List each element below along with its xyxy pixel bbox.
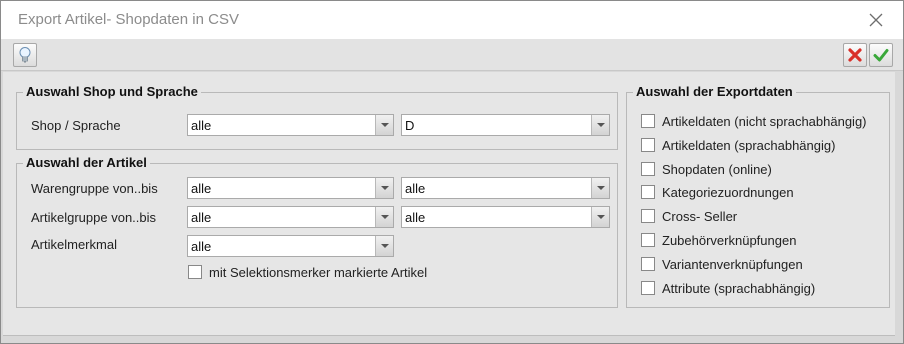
export-option-checkbox[interactable] (641, 281, 655, 295)
chevron-down-icon[interactable] (591, 115, 609, 135)
artikelgruppe-from-select[interactable]: alle (187, 206, 394, 228)
export-option-checkbox[interactable] (641, 138, 655, 152)
export-option-checkbox[interactable] (641, 162, 655, 176)
title-bar: Export Artikel- Shopdaten in CSV (1, 1, 903, 39)
shop-select[interactable]: alle (187, 114, 394, 136)
hint-button[interactable] (13, 43, 37, 67)
warengruppe-to-select[interactable]: alle (401, 177, 610, 199)
export-option-artikeldaten-sprachabhaengig[interactable]: Artikeldaten (sprachabhängig) (641, 137, 835, 153)
red-x-icon (848, 48, 862, 62)
export-option-checkbox[interactable] (641, 257, 655, 271)
export-option-zubehoerverknuepfungen[interactable]: Zubehörverknüpfungen (641, 232, 796, 248)
export-option-checkbox[interactable] (641, 233, 655, 247)
artikelgruppe-label: Artikelgruppe von..bis (31, 210, 157, 225)
export-option-shopdaten[interactable]: Shopdaten (online) (641, 161, 772, 177)
export-option-label: Cross- Seller (662, 208, 738, 224)
export-option-checkbox[interactable] (641, 185, 655, 199)
window-title: Export Artikel- Shopdaten in CSV (18, 11, 239, 28)
artikelmerkmal-value: alle (191, 239, 212, 254)
export-option-label: Artikeldaten (sprachabhängig) (662, 137, 836, 153)
warengruppe-from-value: alle (191, 181, 212, 196)
toolbar (1, 39, 903, 71)
dialog-content: Auswahl Shop und Sprache Shop / Sprache … (3, 72, 895, 336)
export-option-label: Zubehörverknüpfungen (662, 232, 797, 248)
close-button[interactable] (863, 7, 889, 33)
export-option-attribute[interactable]: Attribute (sprachabhängig) (641, 280, 815, 296)
chevron-down-icon[interactable] (375, 115, 393, 135)
article-group-legend: Auswahl der Artikel (23, 155, 150, 170)
chevron-down-icon[interactable] (591, 207, 609, 227)
lightbulb-icon (19, 47, 31, 63)
green-check-icon (873, 49, 889, 62)
chevron-down-icon[interactable] (375, 178, 393, 198)
export-option-kategoriezuordnungen[interactable]: Kategoriezuordnungen (641, 184, 794, 200)
export-data-group: Auswahl der Exportdaten Artikeldaten (ni… (626, 84, 890, 308)
artikelmerkmal-label: Artikelmerkmal (31, 237, 117, 252)
article-selection-group: Auswahl der Artikel Warengruppe von..bis… (16, 155, 618, 308)
export-option-checkbox[interactable] (641, 209, 655, 223)
export-option-cross-seller[interactable]: Cross- Seller (641, 208, 737, 224)
export-option-label: Shopdaten (online) (662, 161, 772, 177)
warengruppe-from-select[interactable]: alle (187, 177, 394, 199)
selection-marker-checkbox[interactable] (188, 265, 202, 279)
chevron-down-icon[interactable] (591, 178, 609, 198)
close-icon (869, 13, 883, 27)
warengruppe-to-value: alle (405, 181, 426, 196)
selection-marker-label: mit Selektionsmerker markierte Artikel (209, 264, 428, 280)
export-group-legend: Auswahl der Exportdaten (633, 84, 796, 99)
language-select-value: D (405, 118, 415, 133)
chevron-down-icon[interactable] (375, 207, 393, 227)
artikelmerkmal-select[interactable]: alle (187, 235, 394, 257)
shop-language-label: Shop / Sprache (31, 118, 121, 133)
warengruppe-label: Warengruppe von..bis (31, 181, 158, 196)
cancel-button[interactable] (843, 43, 867, 67)
artikelgruppe-from-value: alle (191, 210, 212, 225)
export-option-artikeldaten-nicht-sprachabhaengig[interactable]: Artikeldaten (nicht sprachabhängig) (641, 113, 867, 129)
shop-language-group: Auswahl Shop und Sprache Shop / Sprache … (16, 84, 618, 150)
shop-group-legend: Auswahl Shop und Sprache (23, 84, 201, 99)
export-dialog: Export Artikel- Shopdaten in CSV Auswahl… (0, 0, 904, 344)
export-option-checkbox[interactable] (641, 114, 655, 128)
ok-button[interactable] (869, 43, 893, 67)
language-select[interactable]: D (401, 114, 610, 136)
export-option-label: Artikeldaten (nicht sprachabhängig) (662, 113, 867, 129)
chevron-down-icon[interactable] (375, 236, 393, 256)
export-option-label: Variantenverknüpfungen (662, 256, 803, 272)
export-option-label: Attribute (sprachabhängig) (662, 280, 816, 296)
shop-select-value: alle (191, 118, 212, 133)
artikelgruppe-to-select[interactable]: alle (401, 206, 610, 228)
selection-marker-checkbox-row[interactable]: mit Selektionsmerker markierte Artikel (188, 264, 427, 280)
export-option-variantenverknuepfungen[interactable]: Variantenverknüpfungen (641, 256, 803, 272)
artikelgruppe-to-value: alle (405, 210, 426, 225)
export-option-label: Kategoriezuordnungen (662, 184, 794, 200)
